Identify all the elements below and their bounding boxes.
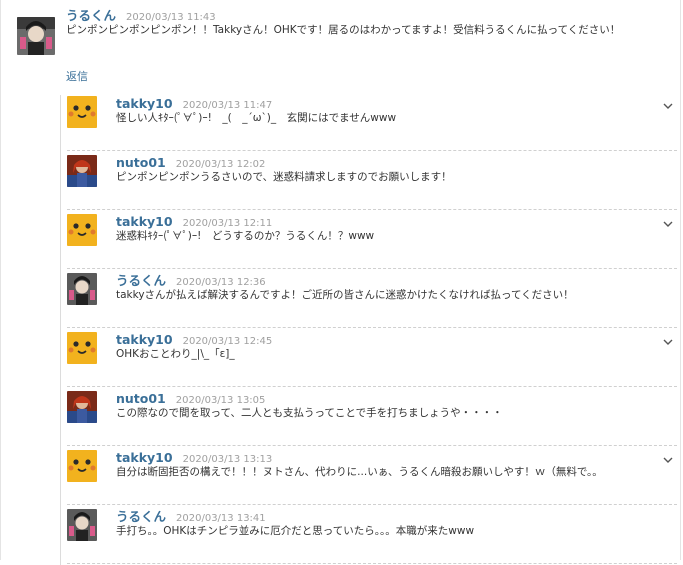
comment-body: takky10 2020/03/13 11:47 怪しい人ｷﾀｰ(ﾟ∀ﾟ)ｰ! _(…	[116, 93, 661, 126]
comment-body: うるくん 2020/03/13 13:41 手打ち。。OHKはチンピラ並みに厄介だと…	[116, 506, 661, 539]
comment-author[interactable]: うるくん	[116, 509, 166, 524]
avatar[interactable]	[67, 509, 97, 541]
divider	[67, 150, 677, 151]
comment-body: takky10 2020/03/13 12:45 OHKおことわり_|\_「ε]_	[116, 329, 661, 362]
reply-item: takky10 2020/03/13 12:45 OHKおことわり_|\_「ε]_	[67, 329, 677, 387]
comment-body: うるくん 2020/03/13 11:43 ピンポンピンポンピンポン！！Takky…	[66, 5, 666, 38]
comment-text: ピンポンピンポンピンポン！！Takkyさん！OHKです！居るのはわかってますよ！…	[66, 24, 621, 36]
chevron-down-icon[interactable]	[663, 101, 673, 113]
comment-author[interactable]: takky10	[116, 96, 173, 111]
avatar[interactable]	[67, 450, 97, 482]
comment-text: 手打ち。。OHKはチンピラ並みに厄介だと思っていたら。。。本職が来たwww	[116, 525, 475, 537]
comment-header: うるくん 2020/03/13 12:36	[116, 270, 661, 288]
comment-body: nuto01 2020/03/13 13:05 この際なので間を取って、二人とも支払…	[116, 388, 661, 421]
comment-author[interactable]: takky10	[116, 450, 173, 465]
avatar[interactable]	[67, 332, 97, 364]
comment-header: うるくん 2020/03/13 13:41	[116, 506, 661, 524]
comment-text: この際なので間を取って、二人とも支払うってことで手を打ちましょうや・・・・	[116, 407, 503, 419]
comment-body: nuto01 2020/03/13 12:02 ピンポンピンポンうるさいので、迷惑料…	[116, 152, 661, 185]
comment-header: takky10 2020/03/13 12:45	[116, 329, 661, 347]
comment-author[interactable]: nuto01	[116, 155, 166, 170]
comment-header: nuto01 2020/03/13 12:02	[116, 152, 661, 170]
reply-item: takky10 2020/03/13 11:47 怪しい人ｷﾀｰ(ﾟ∀ﾟ)ｰ! _(…	[67, 93, 677, 151]
comment-header: takky10 2020/03/13 11:47	[116, 93, 661, 111]
comment-text: ピンポンピンポンうるさいので、迷惑料請求しますのでお願いします！	[116, 171, 452, 183]
chevron-down-icon[interactable]	[663, 219, 673, 231]
comment-header: うるくん 2020/03/13 11:43	[66, 5, 666, 23]
chevron-down-icon[interactable]	[663, 337, 673, 349]
avatar[interactable]	[67, 391, 97, 423]
comment-header: takky10 2020/03/13 13:13	[116, 447, 661, 465]
thread-line	[60, 95, 61, 565]
reply-item: nuto01 2020/03/13 13:05 この際なので間を取って、二人とも支払…	[67, 388, 677, 446]
reply-link[interactable]: 返信	[66, 68, 88, 84]
avatar[interactable]	[67, 96, 97, 128]
comment-text: 自分は断固拒否の構えで！！！ヌトさん、代わりに...いぁ、うるくん暗殺お願いしや…	[116, 466, 603, 478]
comment-text: takkyさんが払えば解決するんですよ！ご近所の皆さんに迷惑かけたくなければ払っ…	[116, 289, 574, 301]
comment-author[interactable]: うるくん	[116, 273, 166, 288]
divider	[67, 504, 677, 505]
comment-author[interactable]: takky10	[116, 214, 173, 229]
reply-item: うるくん 2020/03/13 12:36 takkyさんが払えば解決するんですよ！…	[67, 270, 677, 328]
divider	[67, 209, 677, 210]
reply-item: takky10 2020/03/13 12:11 迷惑料ｷﾀｰ(ﾟ∀ﾟ)ｰ! どうす…	[67, 211, 677, 269]
comment-thread: うるくん 2020/03/13 11:43 ピンポンピンポンピンポン！！Takky…	[0, 0, 681, 565]
comment-text: 迷惑料ｷﾀｰ(ﾟ∀ﾟ)ｰ! どうするのか？うるくん！？www	[116, 230, 375, 242]
comment-text: OHKおことわり_|\_「ε]_	[116, 348, 235, 360]
comment-header: takky10 2020/03/13 12:11	[116, 211, 661, 229]
divider	[67, 327, 677, 328]
avatar[interactable]	[67, 273, 97, 305]
divider	[67, 268, 677, 269]
comment-author[interactable]: takky10	[116, 332, 173, 347]
reply-item: うるくん 2020/03/13 13:41 手打ち。。OHKはチンピラ並みに厄介だと…	[67, 506, 677, 564]
comment-body: うるくん 2020/03/13 12:36 takkyさんが払えば解決するんですよ！…	[116, 270, 661, 303]
comment-body: takky10 2020/03/13 13:13 自分は断固拒否の構えで！！！ヌトさ…	[116, 447, 661, 480]
divider	[67, 563, 677, 564]
comment-author[interactable]: nuto01	[116, 391, 166, 406]
chevron-down-icon[interactable]	[663, 455, 673, 467]
comment-text: 怪しい人ｷﾀｰ(ﾟ∀ﾟ)ｰ! _( _´ω`)_ 玄関にはでませんwww	[116, 112, 397, 124]
avatar[interactable]	[67, 214, 97, 246]
avatar[interactable]	[67, 155, 97, 187]
reply-item: takky10 2020/03/13 13:13 自分は断固拒否の構えで！！！ヌトさ…	[67, 447, 677, 505]
divider	[67, 445, 677, 446]
avatar[interactable]	[17, 17, 55, 55]
comment-body: takky10 2020/03/13 12:11 迷惑料ｷﾀｰ(ﾟ∀ﾟ)ｰ! どうす…	[116, 211, 661, 244]
comment-author[interactable]: うるくん	[66, 8, 116, 23]
reply-item: nuto01 2020/03/13 12:02 ピンポンピンポンうるさいので、迷惑料…	[67, 152, 677, 210]
comment-header: nuto01 2020/03/13 13:05	[116, 388, 661, 406]
divider	[67, 386, 677, 387]
